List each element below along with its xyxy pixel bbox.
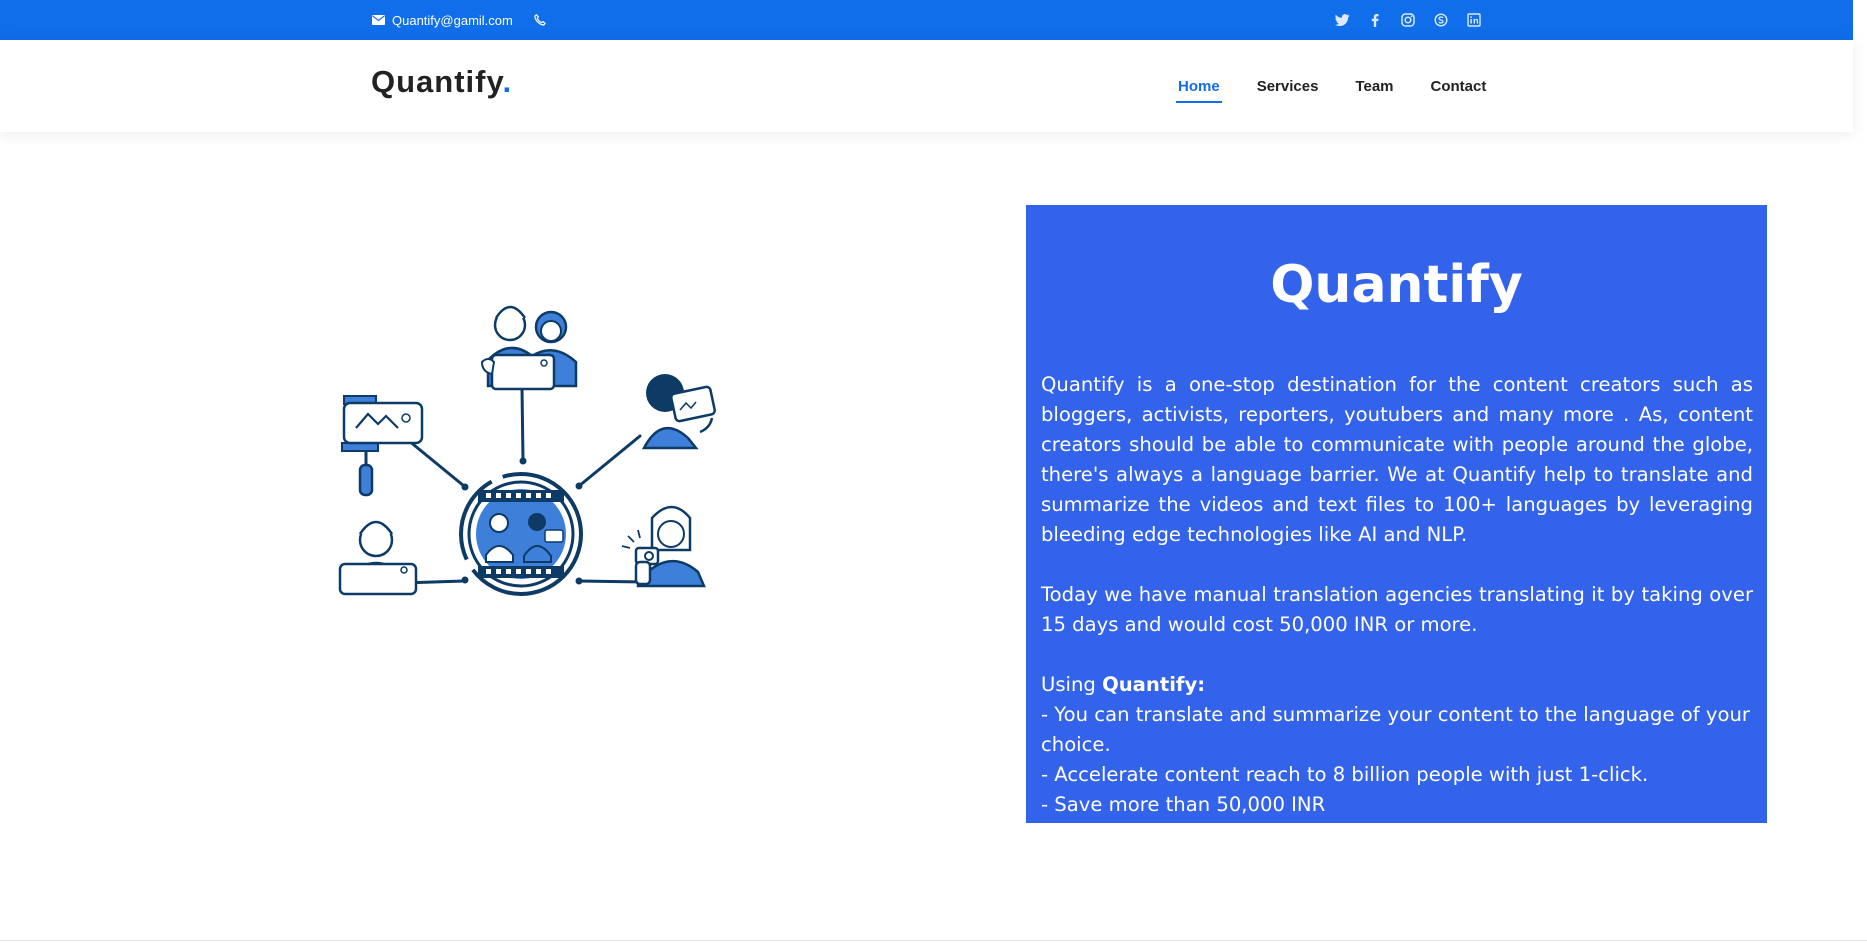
topbar-email-link[interactable]: Quantify@gamil.com — [392, 13, 513, 28]
twitter-icon[interactable] — [1334, 12, 1350, 28]
section-divider — [0, 940, 1867, 941]
using-brand: Quantify: — [1102, 673, 1206, 696]
phone-icon[interactable] — [533, 13, 547, 27]
about-panel: Quantify Quantify is a one-stop destinat… — [1026, 205, 1767, 823]
main-nav: Home Services Team Contact — [1176, 40, 1521, 132]
panel-title: Quantify — [1270, 255, 1523, 315]
panel-body: Quantify is a one-stop destination for t… — [1041, 370, 1753, 820]
topbar-contact: Quantify@gamil.com — [371, 0, 554, 40]
nav-team[interactable]: Team — [1353, 74, 1395, 99]
top-bar: Quantify@gamil.com — [0, 0, 1853, 40]
using-line: Using Quantify: — [1041, 670, 1753, 700]
nav-services[interactable]: Services — [1255, 74, 1321, 99]
facebook-icon[interactable] — [1367, 12, 1383, 28]
logo-dot: . — [502, 64, 513, 99]
using-prefix: Using — [1041, 673, 1103, 696]
content-creators-illustration — [316, 290, 720, 600]
site-logo[interactable]: Quantify. — [371, 64, 512, 100]
linkedin-icon[interactable] — [1466, 12, 1482, 28]
nav-home[interactable]: Home — [1176, 74, 1222, 103]
about-paragraph-1: Quantify is a one-stop destination for t… — [1041, 373, 1753, 546]
benefit-item: - Save more than 50,000 INR — [1041, 793, 1326, 816]
logo-text: Quantify — [371, 64, 503, 99]
about-paragraph-2: Today we have manual translation agencie… — [1041, 583, 1753, 636]
benefit-item: - You can translate and summarize your c… — [1041, 703, 1750, 756]
site-header: Quantify. Home Services Team Contact — [0, 40, 1853, 132]
nav-contact[interactable]: Contact — [1429, 74, 1489, 99]
social-links — [1334, 0, 1499, 40]
benefit-item: - Accelerate content reach to 8 billion … — [1041, 763, 1649, 786]
envelope-icon — [371, 13, 385, 27]
instagram-icon[interactable] — [1400, 12, 1416, 28]
skype-icon[interactable] — [1433, 12, 1449, 28]
